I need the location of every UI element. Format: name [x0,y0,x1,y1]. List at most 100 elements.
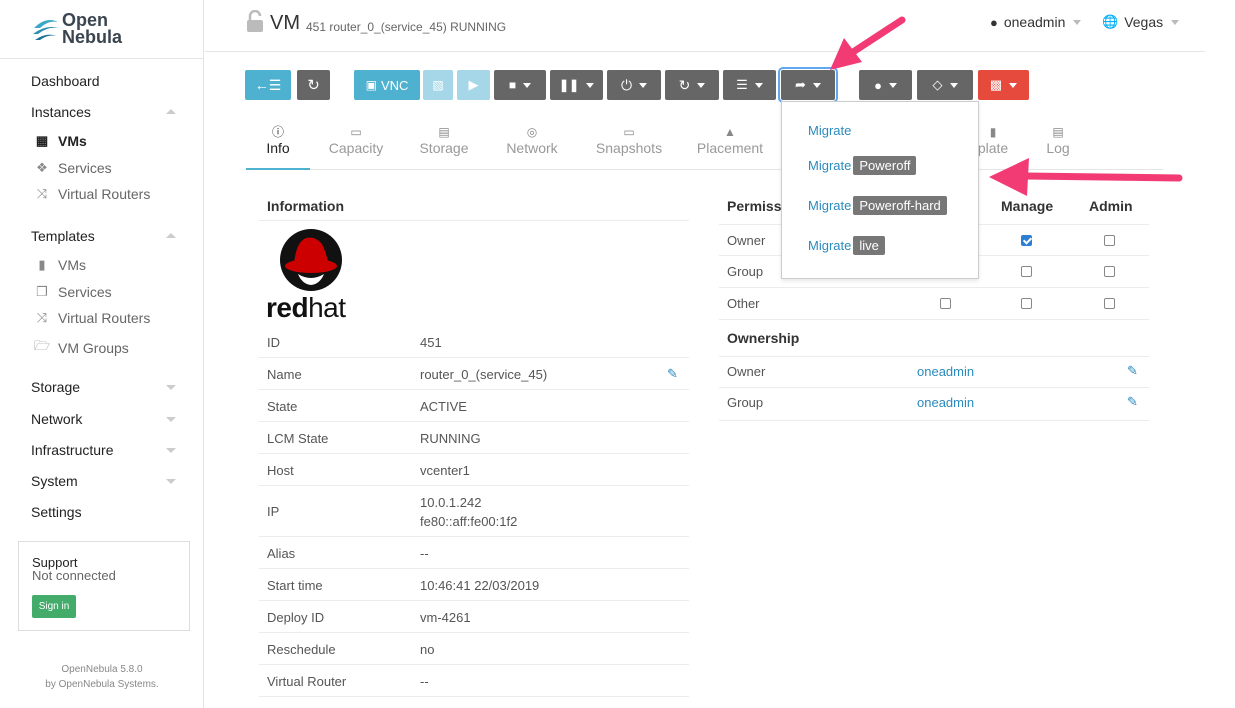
zone-name: Vegas [1124,14,1164,30]
info-row-name: Name router_0_(service_45) ✎ [259,358,689,390]
tags-dropdown-button[interactable]: ◇ [917,70,973,100]
info-row-lcm-state: LCM State RUNNING [259,422,689,454]
info-row-virtual-router: Virtual Router -- [259,665,689,697]
folder-open-icon: 🗁 [33,338,51,353]
edit-owner-icon[interactable]: ✎ [1127,363,1138,379]
delete-dropdown-button[interactable]: ▩ [978,70,1029,100]
share-icon: ➦ [795,77,806,92]
tab-snapshots[interactable]: ▭ Snapshots [592,124,666,156]
active-tab-indicator [246,168,310,170]
play-button[interactable]: ▶ [457,70,490,100]
tags-icon: ◇ [932,77,943,92]
info-row-id: ID 451 [259,326,689,358]
tab-capacity[interactable]: ▭ Capacity [320,124,392,156]
sidebar: Open Nebula Dashboard Instances ▦ VMs ❖ … [0,0,204,708]
host-link[interactable]: vcenter1 [420,463,470,478]
file-icon: ▮ [989,125,997,139]
sidebar-item-storage[interactable]: Storage [31,379,80,395]
redhat-logo: redhat [266,228,356,323]
list-dropdown-button[interactable]: ☰ [723,70,776,100]
sidebar-item-templates-virtual-routers[interactable]: ⤨ Virtual Routers [33,310,151,326]
info-row-deploy-id: Deploy ID vm-4261 [259,601,689,633]
permissions-row-other: Other [719,288,1149,320]
zone-menu[interactable]: 🌐 Vegas [1102,14,1180,30]
vnc-button[interactable]: ▣ VNC [354,70,420,100]
info-row-alias: Alias -- [259,537,689,569]
edit-group-icon[interactable]: ✎ [1127,394,1138,410]
sidebar-item-dashboard[interactable]: Dashboard [31,73,100,89]
owner-admin-checkbox[interactable] [1104,235,1115,246]
chevron-down-icon [166,448,176,453]
menu-item-migrate-poweroff-hard[interactable]: Migrate Poweroff-hard [808,196,947,215]
tab-info[interactable]: ⓘ Info [255,124,301,156]
live-badge: live [853,236,885,255]
ownership-row-owner: Owner oneadmin ✎ [719,356,1149,388]
menu-item-migrate-poweroff[interactable]: Migrate Poweroff [808,156,917,175]
version-text: OpenNebula 5.8.0 [61,664,143,675]
ownership-row-group: Group oneadmin ✎ [719,388,1149,421]
other-manage-checkbox[interactable] [1021,298,1032,309]
back-to-list-button[interactable]: ←☰ [245,70,291,100]
menu-item-migrate-live[interactable]: Migrate live [808,236,885,255]
file-text-icon: ▤ [1052,125,1064,139]
power-dropdown-button[interactable]: ⏻ [607,70,661,100]
sidebar-item-templates-vm-groups[interactable]: 🗁 VM Groups [33,337,129,359]
menu-item-migrate[interactable]: Migrate [808,123,851,138]
save-icon: ▧ [432,78,444,92]
chevron-down-icon [166,479,176,484]
sidebar-item-instances[interactable]: Instances [31,104,91,120]
file-icon: ▮ [38,257,46,272]
support-status: Not connected [32,568,116,583]
back-list-icon: ←☰ [254,76,282,93]
user-dropdown-button[interactable]: ● [859,70,912,100]
group-link[interactable]: oneadmin [917,395,974,410]
tab-storage[interactable]: ▤ Storage [410,124,478,156]
sidebar-item-instances-virtual-routers[interactable]: ⤨ Virtual Routers [33,186,151,202]
other-admin-checkbox[interactable] [1104,298,1115,309]
sidebar-item-templates-services[interactable]: ❐ Services [33,284,112,300]
info-row-host: Host vcenter1 [259,454,689,486]
sidebar-item-instances-services[interactable]: ❖ Services [33,160,112,176]
refresh-button[interactable]: ↻ [297,70,330,100]
info-row-ip: IP 10.0.1.242 fe80::aff:fe00:1f2 [259,486,689,537]
random-icon: ⤨ [36,186,48,201]
sign-in-button[interactable]: Sign in [32,595,76,618]
group-manage-checkbox[interactable] [1021,266,1032,277]
save-button[interactable]: ▧ [423,70,453,100]
vnc-label: VNC [380,77,409,93]
info-row-state: State ACTIVE [259,390,689,422]
grid-icon: ▦ [35,133,49,148]
trash-icon: ▩ [989,77,1003,92]
sidebar-item-infrastructure[interactable]: Infrastructure [31,442,113,458]
sidebar-item-templates-vms[interactable]: ▮ VMs [33,257,86,273]
sidebar-item-templates[interactable]: Templates [31,228,95,244]
permissions-admin-header: Admin [1089,198,1133,214]
sitemap-icon: ▲ [724,125,736,139]
tab-placement[interactable]: ▲ Placement [693,124,767,156]
pause-dropdown-button[interactable]: ❚❚ [550,70,603,100]
owner-link[interactable]: oneadmin [917,364,974,379]
user-menu[interactable]: ● oneadmin [990,14,1082,30]
reboot-dropdown-button[interactable]: ↻ [665,70,719,100]
sidebar-item-network[interactable]: Network [31,411,82,427]
logo-line-2: Nebula [62,27,123,47]
desktop-icon: ▣ [365,78,377,92]
migrate-dropdown-button[interactable]: ➦ [778,67,838,103]
owner-manage-checkbox[interactable] [1021,235,1032,246]
other-use-checkbox[interactable] [940,298,951,309]
laptop-icon: ▭ [350,125,362,139]
refresh-icon: ↻ [307,77,320,94]
edit-name-icon[interactable]: ✎ [667,366,678,382]
unlock-icon[interactable] [245,10,265,34]
redhat-wordmark: redhat [266,292,346,323]
sidebar-item-system[interactable]: System [31,473,78,489]
random-icon: ⤨ [36,310,48,325]
migrate-dropdown-menu: Migrate Migrate Poweroff Migrate Powerof… [781,101,979,279]
tab-network[interactable]: ◎ Network [497,124,567,156]
lock-dropdown-button[interactable]: ■ [494,70,546,100]
opennebula-logo[interactable]: Open Nebula [32,11,152,48]
sidebar-item-instances-vms[interactable]: ▦ VMs [33,133,87,149]
lock-icon: ■ [508,78,517,92]
group-admin-checkbox[interactable] [1104,266,1115,277]
sidebar-item-settings[interactable]: Settings [31,504,82,520]
